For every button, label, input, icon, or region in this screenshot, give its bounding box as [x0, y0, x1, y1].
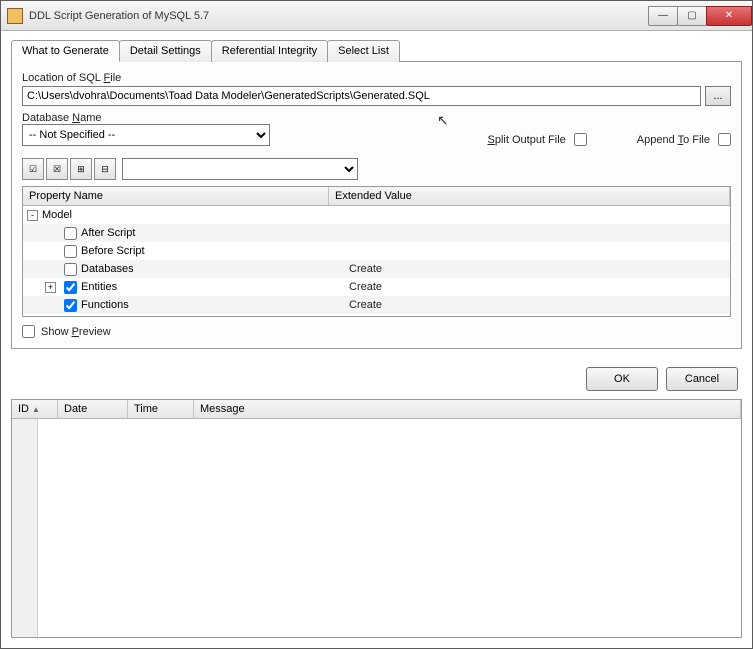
row-label: Model [42, 209, 72, 221]
table-row[interactable]: After Script [23, 224, 730, 242]
col-extended-value[interactable]: Extended Value [329, 187, 730, 205]
table-row[interactable]: Before Script [23, 242, 730, 260]
row-checkbox[interactable] [64, 245, 77, 258]
append-label: Append To File [637, 134, 710, 146]
table-row[interactable]: -Model [23, 206, 730, 224]
tab-detail-settings[interactable]: Detail Settings [119, 40, 212, 62]
log-grid: ID▲ Date Time Message [11, 399, 742, 638]
row-checkbox[interactable] [64, 281, 77, 294]
collapse-all-icon[interactable]: ⊟ [94, 158, 116, 180]
table-row[interactable]: Databases Create [23, 260, 730, 278]
row-value: Create [329, 299, 382, 311]
tab-referential-integrity[interactable]: Referential Integrity [211, 40, 328, 62]
window-title: DDL Script Generation of MySQL 5.7 [29, 10, 649, 22]
dialog-buttons: OK Cancel [1, 359, 752, 399]
expand-icon[interactable]: + [45, 282, 56, 293]
grid-body[interactable]: -Model After Script Before Script Databases… [23, 206, 730, 316]
split-checkbox[interactable] [574, 133, 587, 146]
grid-toolbar: ☑ ☒ ⊞ ⊟ [22, 158, 731, 180]
log-col-time[interactable]: Time [128, 400, 194, 418]
row-checkbox[interactable] [64, 263, 77, 276]
log-col-id[interactable]: ID▲ [12, 400, 58, 418]
cursor-icon: ↖ [437, 112, 449, 129]
dbname-label: Database Name [22, 112, 270, 124]
tab-what-to-generate[interactable]: What to Generate [11, 40, 120, 62]
log-col-date[interactable]: Date [58, 400, 128, 418]
append-checkbox[interactable] [718, 133, 731, 146]
table-row[interactable]: Functions Create [23, 296, 730, 314]
dialog-window: DDL Script Generation of MySQL 5.7 — ▢ ✕… [0, 0, 753, 649]
row-label: After Script [81, 227, 135, 239]
log-col-message[interactable]: Message [194, 400, 741, 418]
titlebar[interactable]: DDL Script Generation of MySQL 5.7 — ▢ ✕ [1, 1, 752, 31]
uncheck-all-icon[interactable]: ☒ [46, 158, 68, 180]
log-gutter [12, 419, 38, 637]
app-icon [7, 8, 23, 24]
row-checkbox[interactable] [64, 299, 77, 312]
table-row[interactable]: + Entities Create [23, 278, 730, 296]
browse-button[interactable]: ... [705, 86, 731, 106]
row-label: Entities [81, 281, 117, 293]
expand-all-icon[interactable]: ⊞ [70, 158, 92, 180]
row-checkbox[interactable] [64, 227, 77, 240]
cancel-button[interactable]: Cancel [666, 367, 738, 391]
collapse-icon[interactable]: - [27, 210, 38, 221]
minimize-button[interactable]: — [648, 6, 678, 26]
show-preview-label: Show Preview [41, 326, 111, 338]
sort-asc-icon: ▲ [32, 405, 40, 414]
ok-button[interactable]: OK [586, 367, 658, 391]
row-label: Before Script [81, 245, 145, 257]
row-value: Create [329, 263, 382, 275]
check-all-icon[interactable]: ☑ [22, 158, 44, 180]
maximize-button[interactable]: ▢ [677, 6, 707, 26]
tab-select-list[interactable]: Select List [327, 40, 400, 62]
tab-row: What to Generate Detail Settings Referen… [1, 31, 752, 61]
close-button[interactable]: ✕ [706, 6, 752, 26]
row-value: Create [329, 281, 382, 293]
location-input[interactable] [22, 86, 701, 106]
split-label: Split Output File [488, 134, 566, 146]
dbname-select[interactable]: -- Not Specified -- [22, 124, 270, 146]
col-property-name[interactable]: Property Name [23, 187, 329, 205]
show-preview-checkbox[interactable] [22, 325, 35, 338]
tab-panel: Location of SQL File ... Database Name -… [11, 61, 742, 349]
row-label: Functions [81, 299, 129, 311]
toolbar-combo[interactable] [122, 158, 358, 180]
location-label: Location of SQL File [22, 72, 121, 84]
row-label: Databases [81, 263, 134, 275]
property-grid: Property Name Extended Value -Model After… [22, 186, 731, 317]
